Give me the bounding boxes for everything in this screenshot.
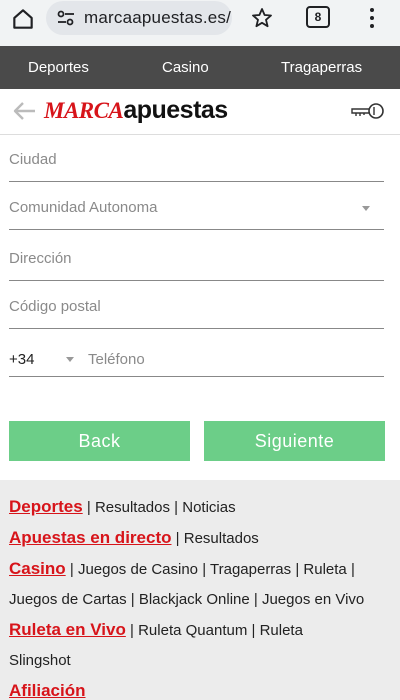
footer-link-apuestas-directo[interactable]: Apuestas en directo [9,528,172,547]
footer-link-casino[interactable]: Casino [9,559,66,578]
ciudad-label: Ciudad [9,151,57,168]
site-settings-icon[interactable] [56,9,76,27]
nav-tragaperras[interactable]: Tragaperras [281,59,362,76]
footer-link-afiliacion[interactable]: Afiliación [9,681,86,700]
browser-toolbar: marcaapuestas.es/ 8 [0,0,400,46]
footer-link[interactable]: Tragaperras [210,561,291,578]
footer-line: Juegos de Cartas | Blackjack Online | Ju… [9,591,365,608]
codigo-postal-label: Código postal [9,298,101,315]
footer-link[interactable]: Ruleta [260,622,303,639]
logo-apuestas-text: apuestas [123,96,228,124]
footer-link[interactable]: Blackjack Online [139,591,250,608]
more-menu-icon[interactable] [366,6,378,30]
footer-line: Ruleta en Vivo | Ruleta Quantum | Ruleta [9,620,303,639]
nav-deportes[interactable]: Deportes [28,59,89,76]
back-arrow-icon[interactable] [12,99,38,123]
site-header: MARCAapuestas [0,89,400,135]
footer-link[interactable]: Juegos de Casino [78,561,198,578]
footer-link[interactable]: Noticias [182,499,235,516]
footer-link[interactable]: Ruleta [303,561,346,578]
footer-link-ruleta-vivo[interactable]: Ruleta en Vivo [9,620,126,639]
direccion-field[interactable]: Dirección [9,237,384,281]
footer-line: Casino | Juegos de Casino | Tragaperras … [9,559,355,578]
bookmark-star-icon[interactable] [250,6,274,30]
logo-marca-text: MARCA [44,98,124,123]
footer-link[interactable]: Ruleta Quantum [138,622,247,639]
footer-line: Slingshot [9,646,391,676]
nav-casino[interactable]: Casino [162,59,209,76]
phone-row: +34 Teléfono [9,333,384,377]
site-nav: Deportes Casino Tragaperras [0,46,400,89]
key-login-icon[interactable] [350,101,386,121]
telefono-field[interactable]: Teléfono [88,351,145,368]
comunidad-label: Comunidad Autonoma [9,199,158,216]
ciudad-field[interactable]: Ciudad [9,138,384,182]
footer-link[interactable]: Resultados [184,530,259,547]
address-bar[interactable]: marcaapuestas.es/ [46,1,232,35]
tab-switcher-button[interactable]: 8 [306,6,330,28]
dropdown-caret-icon [362,206,370,211]
footer-line: Afiliación [9,676,391,700]
url-text[interactable]: marcaapuestas.es/ [84,8,231,28]
footer-links: Deportes | Resultados | Noticias Apuesta… [0,480,400,700]
footer-line: Apuestas en directo | Resultados [9,528,259,547]
footer-link[interactable]: Slingshot [9,652,71,669]
home-icon[interactable] [10,6,36,32]
marcaapuestas-logo[interactable]: MARCAapuestas [44,96,228,125]
siguiente-button[interactable]: Siguiente [204,421,385,461]
footer-link[interactable]: Resultados [95,499,170,516]
footer-line: Deportes | Resultados | Noticias [9,497,236,516]
back-button[interactable]: Back [9,421,190,461]
comunidad-select[interactable]: Comunidad Autonoma [9,186,384,230]
direccion-label: Dirección [9,250,72,267]
footer-link-deportes[interactable]: Deportes [9,497,83,516]
prefix-caret-icon[interactable] [66,357,74,362]
codigo-postal-field[interactable]: Código postal [9,285,384,329]
footer-link[interactable]: Juegos de Cartas [9,591,127,608]
phone-prefix-select[interactable]: +34 [9,351,34,368]
footer-link[interactable]: Juegos en Vivo [262,591,364,608]
